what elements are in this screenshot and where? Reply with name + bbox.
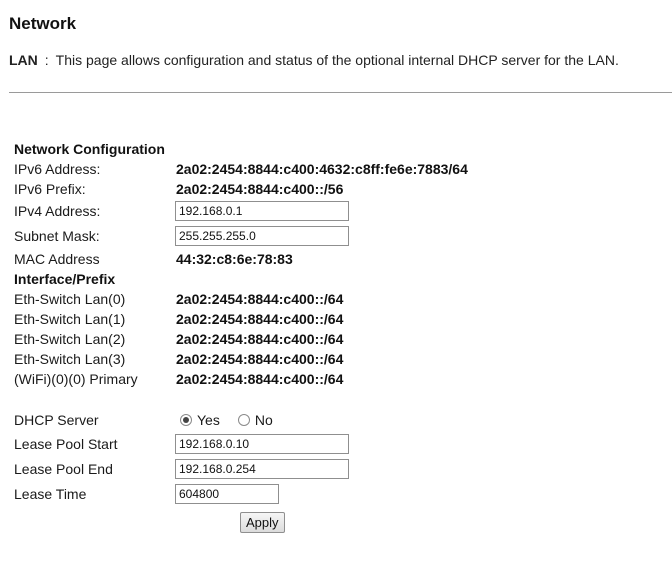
interface-label-lan2: Eth-Switch Lan(2) <box>14 331 126 347</box>
mac-address-value: 44:32:c8:6e:78:83 <box>176 251 293 267</box>
interface-prefix-wifi: 2a02:2454:8844:c400::/64 <box>176 371 344 387</box>
interface-prefix-heading: Interface/Prefix <box>14 271 116 287</box>
dhcp-server-yes-label: Yes <box>197 412 220 428</box>
dhcp-server-label: DHCP Server <box>14 412 99 428</box>
apply-button[interactable]: Apply <box>240 512 285 533</box>
divider <box>9 92 672 93</box>
lease-pool-end-field[interactable] <box>175 459 349 479</box>
ipv4-address-field[interactable] <box>175 201 349 221</box>
mac-address-label: MAC Address <box>14 251 100 267</box>
lease-time-label: Lease Time <box>14 486 87 502</box>
interface-prefix-lan1: 2a02:2454:8844:c400::/64 <box>176 311 344 327</box>
network-configuration-heading: Network Configuration <box>14 141 165 157</box>
lease-pool-start-label: Lease Pool Start <box>14 436 118 452</box>
interface-prefix-lan3: 2a02:2454:8844:c400::/64 <box>176 351 344 367</box>
dhcp-server-no-option[interactable]: No <box>237 412 273 428</box>
ipv6-prefix-label: IPv6 Prefix: <box>14 181 86 197</box>
ipv6-address-label: IPv6 Address: <box>14 161 101 177</box>
ipv6-address-value: 2a02:2454:8844:c400:4632:c8ff:fe6e:7883/… <box>176 161 468 177</box>
section-separator: : <box>44 52 49 68</box>
lease-pool-start-field[interactable] <box>175 434 349 454</box>
interface-label-wifi: (WiFi)(0)(0) Primary <box>14 371 138 387</box>
interface-prefix-lan0: 2a02:2454:8844:c400::/64 <box>176 291 344 307</box>
radio-unselected-icon[interactable] <box>237 414 250 426</box>
dhcp-server-yes-option[interactable]: Yes <box>180 412 220 428</box>
interface-label-lan0: Eth-Switch Lan(0) <box>14 291 126 307</box>
page-title: Network <box>9 14 77 33</box>
interface-label-lan1: Eth-Switch Lan(1) <box>14 311 126 327</box>
section-name: LAN <box>9 52 38 68</box>
page-description: LAN: This page allows configuration and s… <box>9 52 619 68</box>
dhcp-server-no-label: No <box>254 412 273 428</box>
interface-label-lan3: Eth-Switch Lan(3) <box>14 351 126 367</box>
description-text: This page allows configuration and statu… <box>55 52 619 68</box>
dhcp-server-radio-group: Yes No <box>180 412 291 428</box>
ipv6-prefix-value: 2a02:2454:8844:c400::/56 <box>176 181 344 197</box>
lease-time-field[interactable] <box>175 484 279 504</box>
ipv4-address-label: IPv4 Address: <box>14 203 101 219</box>
lease-pool-end-label: Lease Pool End <box>14 461 113 477</box>
radio-selected-icon[interactable] <box>180 414 192 426</box>
subnet-mask-label: Subnet Mask: <box>14 228 100 244</box>
subnet-mask-field[interactable] <box>175 226 349 246</box>
interface-prefix-lan2: 2a02:2454:8844:c400::/64 <box>176 331 344 347</box>
